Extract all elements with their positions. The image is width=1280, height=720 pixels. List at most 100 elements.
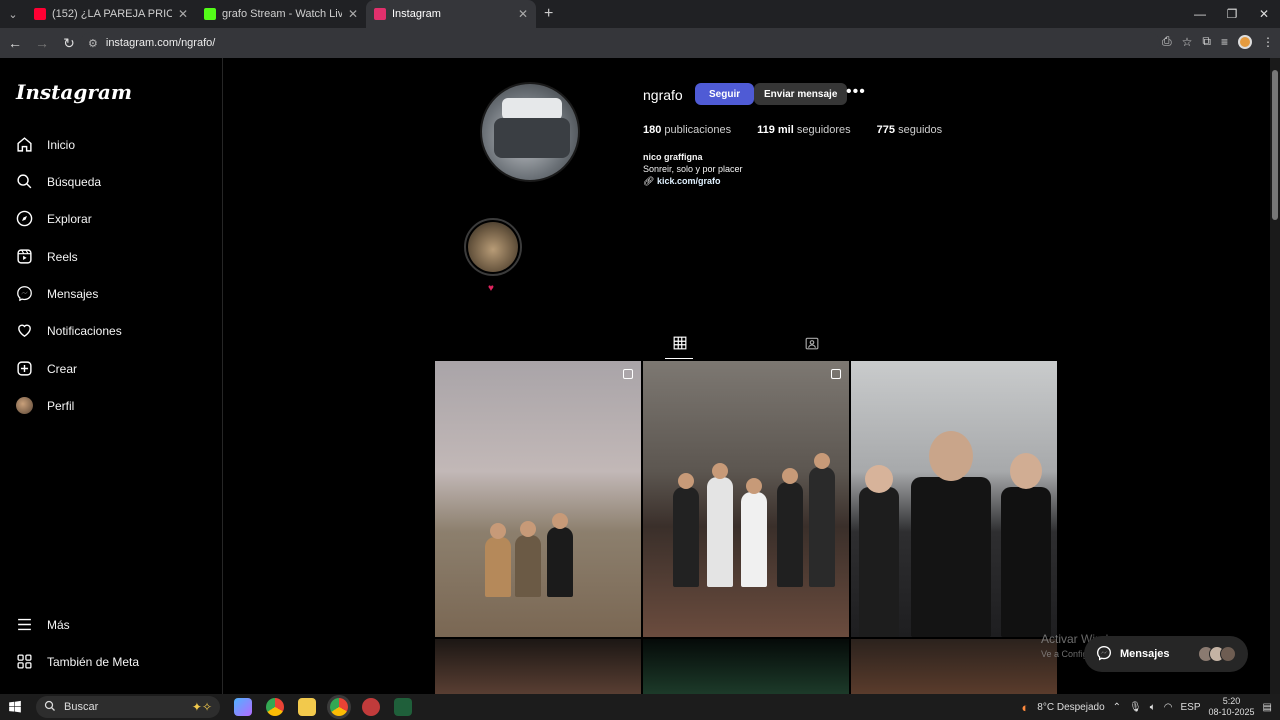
photo-person bbox=[911, 431, 991, 637]
sidebar-item-mas[interactable]: Más bbox=[16, 616, 70, 633]
post-thumbnail[interactable] bbox=[435, 639, 641, 694]
forward-button[interactable]: → bbox=[30, 35, 54, 51]
followers-number: 119 mil bbox=[757, 124, 794, 136]
extensions-icon[interactable]: ⧉ bbox=[1202, 34, 1211, 49]
sidebar-item-label: Reels bbox=[47, 249, 78, 264]
sidebar-item-notificaciones[interactable]: Notificaciones bbox=[16, 322, 122, 339]
sidebar-item-tambien-de-meta[interactable]: También de Meta bbox=[16, 653, 139, 670]
clock[interactable]: 5:20 08-10-2025 bbox=[1209, 696, 1255, 718]
home-icon bbox=[16, 136, 33, 153]
reading-list-icon[interactable]: ≡ bbox=[1221, 35, 1228, 49]
volume-icon[interactable]: 🔈︎ bbox=[1150, 702, 1156, 713]
minimize-button[interactable]: — bbox=[1184, 0, 1216, 28]
windows-taskbar: Buscar ✦✧ ◐ 8°C Despejado ⌃ 🎙︎ 🔈︎ ◠ ESP … bbox=[0, 694, 1280, 720]
sidebar-item-explorar[interactable]: Explorar bbox=[16, 210, 92, 227]
post-thumbnail[interactable] bbox=[435, 361, 641, 637]
plus-square-icon bbox=[16, 360, 33, 377]
photo-person bbox=[673, 473, 699, 587]
meta-icon bbox=[16, 653, 33, 670]
close-tab-icon[interactable]: ✕ bbox=[178, 7, 188, 21]
new-tab-button[interactable]: + bbox=[544, 5, 553, 23]
carousel-icon bbox=[831, 369, 841, 379]
bookmark-star-icon[interactable]: ☆ bbox=[1182, 35, 1193, 49]
page-scrollbar[interactable] bbox=[1270, 58, 1280, 694]
weather-text[interactable]: 8°C Despejado bbox=[1037, 702, 1104, 713]
post-thumbnail[interactable] bbox=[851, 361, 1057, 637]
chrome-active-icon[interactable] bbox=[330, 698, 348, 716]
weather-icon: ◐ bbox=[1021, 699, 1030, 715]
notification-icon[interactable]: ▤ bbox=[1263, 702, 1272, 713]
reload-button[interactable]: ↻ bbox=[57, 35, 81, 52]
tab-title: Instagram bbox=[392, 8, 441, 20]
photo-head bbox=[712, 463, 728, 479]
post-thumbnail[interactable] bbox=[643, 361, 849, 637]
bio-link-row[interactable]: 🔗︎ kick.com/grafo bbox=[643, 175, 743, 187]
sidebar-item-label: Crear bbox=[47, 361, 78, 376]
taskbar-search[interactable]: Buscar ✦✧ bbox=[36, 696, 220, 718]
followers-count[interactable]: 119 mil seguidores bbox=[757, 124, 851, 136]
bio-text: Sonreir, solo y por placer bbox=[643, 164, 743, 174]
posts-number: 180 bbox=[643, 124, 662, 136]
chrome-icon[interactable] bbox=[266, 698, 284, 716]
profile-picture[interactable] bbox=[480, 82, 580, 182]
tab-search-button[interactable]: ⌄ bbox=[0, 0, 26, 28]
sidebar-item-busqueda[interactable]: Búsqueda bbox=[16, 173, 101, 190]
following-count[interactable]: 775 seguidos bbox=[877, 124, 942, 136]
tab-title: (152) ¿LA PAREJA PRIORIDAD bbox=[52, 8, 172, 20]
posts-grid-tab[interactable] bbox=[673, 336, 687, 350]
chat-avatar bbox=[1220, 646, 1236, 662]
chevron-up-icon[interactable]: ⌃ bbox=[1113, 702, 1121, 713]
photo-person bbox=[547, 513, 573, 597]
profile-username: ngrafo bbox=[643, 87, 683, 103]
post-thumbnail[interactable] bbox=[643, 639, 849, 694]
profile-picture-detail bbox=[494, 118, 570, 158]
sidebar-item-crear[interactable]: Crear bbox=[16, 360, 77, 377]
site-info-icon[interactable]: ⚙ bbox=[88, 37, 98, 50]
browser-tab-youtube[interactable]: (152) ¿LA PAREJA PRIORIDAD ✕ bbox=[26, 0, 196, 28]
copilot-icon[interactable] bbox=[234, 698, 252, 716]
close-window-button[interactable]: ✕ bbox=[1248, 0, 1280, 28]
menu-icon[interactable]: ⋮ bbox=[1262, 35, 1274, 49]
close-tab-icon[interactable]: ✕ bbox=[518, 7, 528, 21]
microphone-icon[interactable]: 🎙︎ bbox=[1129, 702, 1142, 713]
sidebar-item-label: Mensajes bbox=[47, 286, 99, 301]
tagged-tab[interactable] bbox=[805, 336, 819, 350]
follow-button[interactable]: Seguir bbox=[695, 83, 755, 105]
back-button[interactable]: ← bbox=[3, 35, 27, 51]
post-thumbnail[interactable] bbox=[851, 639, 1057, 694]
sidebar-item-inicio[interactable]: Inicio bbox=[16, 136, 75, 153]
sidebar-item-reels[interactable]: Reels bbox=[16, 248, 78, 265]
bio-link[interactable]: kick.com/grafo bbox=[657, 176, 721, 186]
install-app-icon[interactable]: ⎙ bbox=[1162, 34, 1172, 49]
address-bar[interactable]: ⚙ instagram.com/ngrafo/ bbox=[80, 32, 1160, 54]
instagram-logo[interactable]: Instagram bbox=[16, 80, 132, 104]
close-tab-icon[interactable]: ✕ bbox=[348, 7, 358, 21]
sidebar-item-mensajes[interactable]: Mensajes bbox=[16, 285, 98, 302]
search-icon bbox=[16, 173, 33, 190]
wifi-icon[interactable]: ◠ bbox=[1164, 702, 1173, 713]
browser-tab-instagram[interactable]: Instagram ✕ bbox=[366, 0, 536, 28]
start-button[interactable] bbox=[0, 700, 30, 714]
file-explorer-icon[interactable] bbox=[298, 698, 316, 716]
browser-tab-kick[interactable]: grafo Stream - Watch Live o ✕ bbox=[196, 0, 366, 28]
sidebar-item-label: Inicio bbox=[47, 137, 76, 152]
messages-floating-button[interactable]: Mensajes bbox=[1084, 636, 1248, 672]
sidebar-item-label: Búsqueda bbox=[47, 174, 102, 189]
restore-button[interactable]: ❐ bbox=[1216, 0, 1248, 28]
search-icon bbox=[44, 700, 56, 715]
sidebar-item-perfil[interactable]: Perfil bbox=[16, 397, 74, 414]
post-photo-subjects bbox=[643, 437, 849, 587]
profile-avatar[interactable] bbox=[1238, 34, 1252, 49]
followers-label: seguidores bbox=[796, 124, 851, 136]
system-tray: ◐ 8°C Despejado ⌃ 🎙︎ 🔈︎ ◠ ESP 5:20 08-10… bbox=[1021, 694, 1280, 720]
sidebar-item-label: También de Meta bbox=[47, 654, 140, 669]
app-icon[interactable] bbox=[362, 698, 380, 716]
scrollbar-thumb[interactable] bbox=[1272, 70, 1278, 220]
send-message-button[interactable]: Enviar mensaje bbox=[754, 83, 848, 105]
language-indicator[interactable]: ESP bbox=[1180, 702, 1200, 713]
photo-head bbox=[746, 478, 762, 494]
more-options-icon[interactable]: ••• bbox=[846, 84, 866, 100]
app-icon[interactable] bbox=[394, 698, 412, 716]
story-highlight[interactable] bbox=[464, 218, 522, 276]
photo-person bbox=[515, 521, 541, 597]
